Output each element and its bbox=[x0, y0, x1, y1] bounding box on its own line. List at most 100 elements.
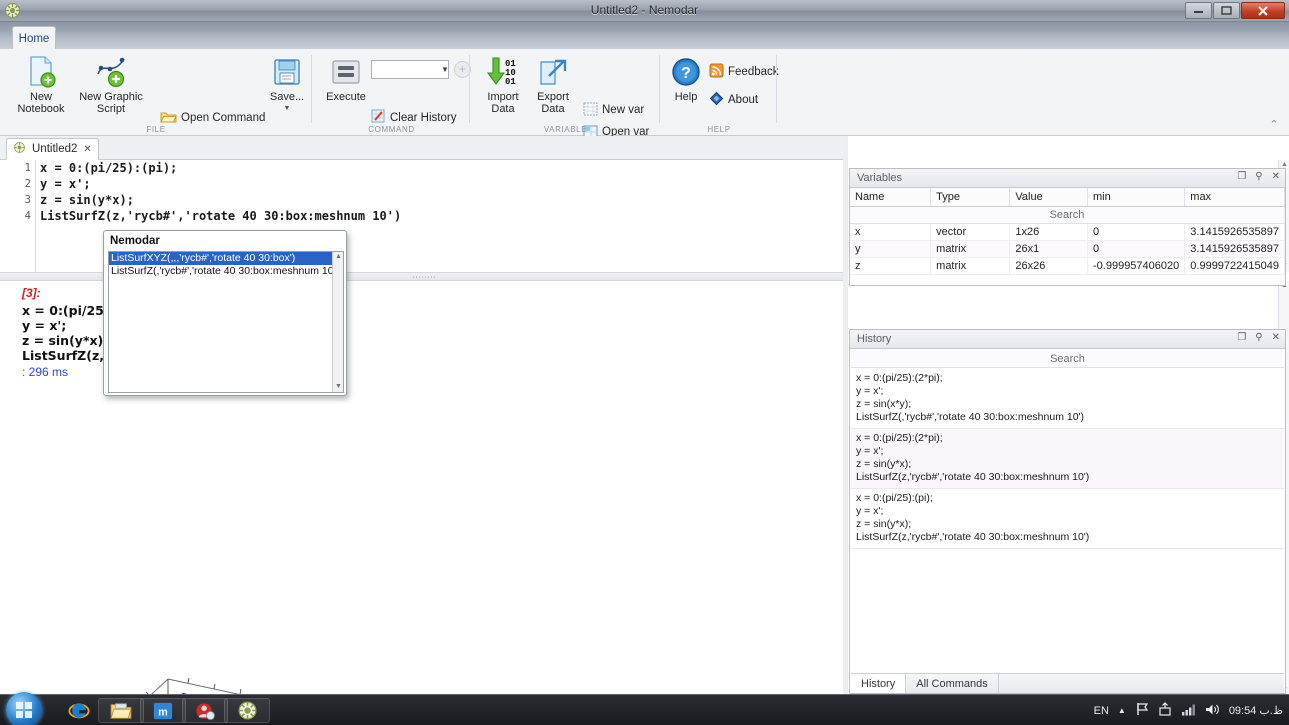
file-explorer-icon[interactable] bbox=[98, 698, 144, 723]
feedback-label: Feedback bbox=[728, 66, 779, 78]
new-notebook-button[interactable]: NewNotebook bbox=[6, 53, 76, 123]
document-tab-untitled2[interactable]: Untitled2 ✕ bbox=[6, 138, 99, 160]
language-indicator[interactable]: EN bbox=[1094, 705, 1109, 717]
svg-text:?: ? bbox=[681, 65, 691, 82]
about-button[interactable]: About bbox=[709, 89, 758, 111]
taskbar: m EN ▲ bbox=[0, 694, 1289, 725]
about-diamond-icon bbox=[709, 91, 724, 109]
code-line: x = 0:(pi/25):(pi); bbox=[40, 160, 401, 176]
media-app-icon[interactable] bbox=[182, 698, 228, 723]
group-separator bbox=[469, 55, 470, 123]
svg-text:01: 01 bbox=[505, 77, 516, 87]
pin-icon[interactable]: ⚲ bbox=[1255, 171, 1262, 182]
minimize-button[interactable] bbox=[1185, 2, 1212, 19]
window-controls bbox=[1185, 2, 1285, 19]
column-header: min bbox=[1088, 188, 1185, 206]
editor-lines: x = 0:(pi/25):(pi); y = x'; z = sin(y*x)… bbox=[40, 160, 401, 224]
history-entry[interactable]: x = 0:(pi/25):(pi); y = x'; z = sin(y*x)… bbox=[851, 489, 1284, 549]
table-row: y matrix 26x1 0 3.1415926535897 bbox=[850, 240, 1285, 257]
cell-value: 26x26 bbox=[1010, 257, 1088, 274]
help-button[interactable]: ? Help bbox=[665, 53, 707, 123]
windows-start-icon[interactable] bbox=[6, 692, 42, 725]
new-notebook-label: NewNotebook bbox=[17, 91, 64, 115]
history-entry[interactable]: x = 0:(pi/25):(2*pi); y = x'; z = sin(y*… bbox=[851, 429, 1284, 489]
cell-type: matrix bbox=[931, 240, 1010, 257]
ribbon-collapse-button[interactable]: ⌃ bbox=[1267, 118, 1281, 132]
close-button[interactable] bbox=[1241, 2, 1285, 19]
save-dropdown-arrow-icon[interactable]: ▼ bbox=[284, 103, 291, 115]
output-code: x = 0:(pi/25) y = x'; z = sin(y*x); List… bbox=[22, 303, 114, 363]
maximize-icon[interactable]: ❐ bbox=[1237, 171, 1246, 182]
code-line: y = x'; bbox=[40, 176, 401, 192]
volume-icon[interactable] bbox=[1205, 703, 1220, 719]
group-separator bbox=[776, 55, 777, 123]
scroll-up-icon[interactable]: ▲ bbox=[334, 253, 343, 263]
tab-all-commands[interactable]: All Commands bbox=[906, 674, 999, 693]
new-var-button[interactable]: New var bbox=[583, 99, 644, 121]
close-icon[interactable]: ✕ bbox=[83, 144, 91, 155]
history-search-input[interactable]: Search bbox=[851, 350, 1284, 368]
autocomplete-popup[interactable]: Nemodar ListSurfXYZ(,,,'rycb#','rotate 4… bbox=[103, 230, 347, 396]
cell-max: 3.1415926535897 bbox=[1185, 240, 1285, 257]
network-signal-icon[interactable] bbox=[1181, 703, 1196, 719]
group-separator bbox=[311, 55, 312, 123]
feedback-button[interactable]: Feedback bbox=[709, 61, 779, 83]
variables-panel-header: Variables ❐ ⚲ ✕ bbox=[850, 169, 1285, 188]
import-data-button[interactable]: 01 10 01 ImportData bbox=[479, 53, 527, 123]
output-timing: : 296 ms bbox=[22, 365, 68, 379]
about-label: About bbox=[728, 94, 758, 106]
maximize-icon[interactable]: ❐ bbox=[1237, 332, 1246, 343]
autocomplete-list[interactable]: ListSurfXYZ(,,,'rycb#','rotate 40 30:box… bbox=[108, 251, 344, 393]
maxthon-browser-icon[interactable]: m bbox=[140, 698, 186, 723]
chevron-down-icon[interactable]: ▼ bbox=[441, 65, 449, 74]
new-graphic-script-button[interactable]: New GraphicScript bbox=[72, 53, 150, 123]
ribbon-group-help: ? Help Feedback bbox=[661, 49, 777, 136]
history-entry[interactable]: x = 0:(pi/25):(2*pi); y = x'; z = sin(x*… bbox=[851, 369, 1284, 429]
editor-gutter: 1 2 3 4 bbox=[0, 160, 36, 272]
action-center-flag-icon[interactable] bbox=[1135, 702, 1149, 719]
svg-text:m: m bbox=[158, 706, 168, 718]
system-tray: EN ▲ bbox=[1094, 695, 1283, 725]
open-folder-icon bbox=[160, 110, 177, 127]
tab-history[interactable]: History bbox=[851, 674, 906, 693]
group-label-file: FILE bbox=[0, 125, 312, 134]
application-window: Untitled2 - Nemodar Home bbox=[0, 0, 1289, 725]
group-separator bbox=[659, 55, 660, 123]
tab-home[interactable]: Home bbox=[12, 26, 56, 50]
splitter-grip bbox=[412, 276, 436, 278]
close-icon[interactable]: ✕ bbox=[1272, 332, 1280, 343]
scroll-down-icon[interactable]: ▼ bbox=[334, 383, 343, 393]
nemodar-app-icon[interactable] bbox=[224, 698, 270, 723]
history-tab-strip: History All Commands bbox=[851, 673, 1284, 693]
history-list[interactable]: x = 0:(pi/25):(2*pi); y = x'; z = sin(x*… bbox=[851, 369, 1284, 672]
command-input[interactable] bbox=[371, 60, 449, 79]
export-data-button[interactable]: ExportData bbox=[529, 53, 577, 123]
close-icon[interactable]: ✕ bbox=[1272, 171, 1280, 182]
search-placeholder[interactable]: Search bbox=[850, 206, 1285, 223]
autocomplete-item[interactable]: ListSurfZ(,'rycb#','rotate 40 30:box:mes… bbox=[109, 265, 343, 278]
autocomplete-scrollbar[interactable]: ▲ ▼ bbox=[332, 252, 343, 393]
clock[interactable]: 09:54 ظ.ب bbox=[1229, 704, 1283, 717]
pin-icon[interactable]: ⚲ bbox=[1255, 332, 1262, 343]
save-button[interactable]: Save... ▼ bbox=[260, 53, 314, 123]
ribbon-group-variable: 01 10 01 ImportData ExportData bbox=[471, 49, 660, 136]
execute-button[interactable]: Execute bbox=[321, 53, 371, 123]
title-bar: Untitled2 - Nemodar bbox=[0, 0, 1289, 22]
autocomplete-item[interactable]: ListSurfXYZ(,,,'rycb#','rotate 40 30:box… bbox=[109, 252, 343, 265]
safely-remove-icon[interactable] bbox=[1158, 702, 1172, 719]
execute-label: Execute bbox=[326, 91, 366, 103]
ribbon-group-command: Execute ▼ + Clear History COMMAND bbox=[313, 49, 470, 136]
document-tab-label: Untitled2 bbox=[32, 143, 77, 155]
show-hidden-icons-icon[interactable]: ▲ bbox=[1118, 706, 1126, 715]
vertical-splitter[interactable] bbox=[843, 136, 848, 694]
internet-explorer-icon[interactable] bbox=[56, 698, 102, 723]
cell-min: 0 bbox=[1088, 223, 1185, 240]
cell-max: 0.9999722415049 bbox=[1185, 257, 1285, 274]
autocomplete-title: Nemodar bbox=[110, 235, 160, 247]
surface-plot[interactable] bbox=[60, 671, 360, 694]
history-panel: History ❐ ⚲ ✕ Search x = 0:(pi/25):(2*pi… bbox=[849, 329, 1286, 694]
new-graphic-script-label: New GraphicScript bbox=[79, 91, 143, 115]
save-disk-icon bbox=[271, 53, 303, 91]
import-data-icon: 01 10 01 bbox=[483, 53, 523, 91]
maximize-button[interactable] bbox=[1213, 2, 1240, 19]
